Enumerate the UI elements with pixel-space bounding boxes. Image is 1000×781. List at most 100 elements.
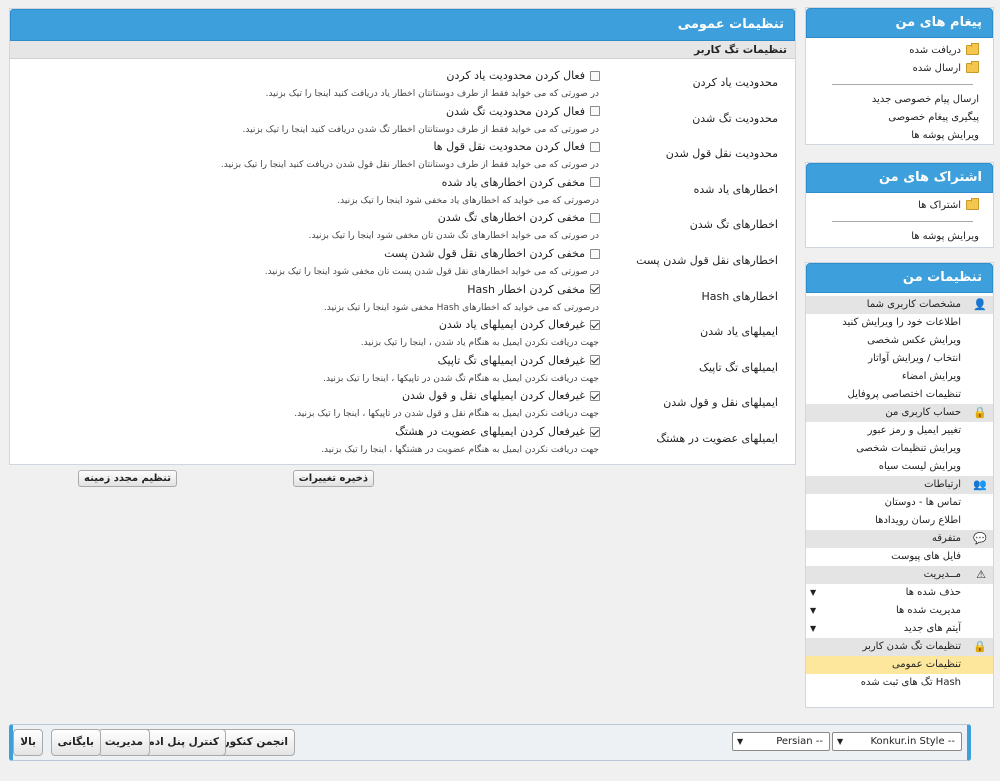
setting-checkbox[interactable]: مخفی کردن اخطارهای یاد شده (442, 176, 600, 189)
my-messages-box: پیغام های من دریافت شده ارسال شده ارسال … (805, 7, 994, 145)
my-messages-title: پیغام های من (806, 8, 993, 38)
checkbox-icon[interactable] (590, 106, 600, 117)
panel-subtitle: تنظیمات تگ کاربر (10, 41, 795, 59)
setting-row: اخطارهای Hash مخفی کردن اخطار Hash درصورتی… (10, 282, 795, 318)
user-icon: 👤 (973, 298, 987, 311)
link-edit-folders[interactable]: ویرایش پوشه ها (806, 228, 993, 246)
setting-checkbox[interactable]: غیرفعال کردن ایمیلهای یاد شدن (439, 318, 600, 331)
link-send-pm[interactable]: ارسال پیام خصوصی جدید (806, 91, 993, 109)
checkbox-icon[interactable] (590, 355, 600, 366)
setting-description: جهت دریافت نکردن ایمیل به هنگام تگ شدن د… (323, 373, 599, 384)
caret-down-icon[interactable]: ▼ (810, 584, 816, 602)
setting-row: ایمیلهای تگ تاپیک غیرفعال کردن ایمیلهای ت… (10, 353, 795, 389)
setting-description: در صورتی که می خواید فقط از طرف دوستانتا… (242, 124, 599, 135)
link-general-settings[interactable]: تنظیمات عمومی (806, 656, 993, 674)
setting-label: اخطارهای تگ شدن (689, 218, 778, 232)
lock-icon: 🔒 (973, 406, 987, 419)
link-edit-folders[interactable]: ویرایش پوشه ها (806, 127, 993, 145)
checkbox-icon[interactable] (590, 177, 600, 188)
category-moderation[interactable]: ⚠ مــدیریت (806, 566, 993, 584)
link-change-email-password[interactable]: تغییر ایمیل و رمز عبور (806, 422, 993, 440)
reset-button[interactable]: تنظیم مجدد زمینه (78, 470, 177, 487)
setting-label: محدودیت تگ شدن (692, 111, 778, 125)
setting-checkbox[interactable]: غیرفعال کردن ایمیلهای تگ تاپیک (438, 354, 600, 367)
category-tag-settings[interactable]: 🔒 تنظیمات تگ شدن کاربر (806, 638, 993, 656)
folder-icon (966, 43, 979, 55)
link-edit-avatar[interactable]: انتخاب / ویرایش آواتار (806, 350, 993, 368)
link-profile-settings[interactable]: تنظیمات اختصاصی پروفایل (806, 386, 993, 404)
category-network[interactable]: 👥 ارتباطات (806, 476, 993, 494)
setting-row: محدودیت نقل قول شدن فعال کردن محدودیت نقل… (10, 139, 795, 175)
folder-sent[interactable]: ارسال شده (806, 60, 993, 78)
link-edit-profile[interactable]: اطلاعات خود را ویرایش کنید (806, 314, 993, 332)
link-edit-signature[interactable]: ویرایش امضاء (806, 368, 993, 386)
setting-label: اخطارهای یاد شده (693, 182, 778, 196)
link-deleted-items[interactable]: حذف شده ها ▼ (806, 584, 993, 602)
setting-label: ایمیلهای یاد شدن (700, 325, 778, 339)
setting-checkbox[interactable]: غیرفعال کردن ایمیلهای عضویت در هشتگ (395, 425, 600, 438)
checkbox-icon[interactable] (590, 284, 600, 295)
checkbox-icon[interactable] (590, 390, 600, 401)
setting-row: اخطارهای تگ شدن مخفی کردن اخطارهای تگ شدن… (10, 210, 795, 246)
link-new-items[interactable]: آیتم های جدید ▼ (806, 620, 993, 638)
setting-checkbox[interactable]: غیرفعال کردن ایمیلهای نقل و قول شدن (402, 389, 600, 402)
archive-button[interactable]: بایگانی (50, 729, 101, 756)
link-edit-ignore-list[interactable]: ویرایش لیست سیاه (806, 458, 993, 476)
style-select[interactable]: -- Konkur.in Style ▼ (832, 732, 962, 751)
panel-title: تنظیمات عمومی (10, 9, 795, 41)
category-misc[interactable]: 💬 متفرقه (806, 530, 993, 548)
setting-description: در صورتی که می خواید فقط از طرف دوستانتا… (220, 160, 599, 171)
setting-checkbox[interactable]: فعال کردن محدودیت تگ شدن (446, 105, 600, 118)
dropdown-arrow-icon: ▼ (737, 737, 744, 746)
my-settings-box: تنظیمات من 👤 مشخصات کاربری شما اطلاعات خو… (805, 262, 994, 708)
setting-description: درصورتی که می خواید که اخطارهای Hash مخف… (323, 302, 599, 313)
setting-checkbox[interactable]: فعال کردن محدودیت یاد کردن (446, 69, 600, 82)
category-profile[interactable]: 👤 مشخصات کاربری شما (806, 296, 993, 314)
link-contacts-friends[interactable]: تماس ها - دوستان (806, 494, 993, 512)
setting-checkbox[interactable]: مخفی کردن اخطار Hash (467, 283, 600, 296)
folder-inbox[interactable]: دریافت شده (806, 42, 993, 60)
checkbox-icon[interactable] (590, 426, 600, 437)
setting-description: در صورتی که می خواید اخطارهای نقل قول شد… (264, 267, 599, 277)
setting-checkbox[interactable]: مخفی کردن اخطارهای تگ شدن (438, 211, 600, 224)
save-button[interactable]: ذخیره تغییرات (292, 470, 374, 487)
divider (832, 84, 973, 85)
setting-label: ایمیلهای تگ تاپیک (698, 360, 778, 374)
checkbox-icon[interactable] (590, 212, 600, 223)
category-account[interactable]: 🔒 حساب کاربری من (806, 404, 993, 422)
setting-description: جهت دریافت نکردن ایمیل به هنگام یاد شدن … (360, 338, 599, 349)
settings-panel: تنظیمات عمومی تنظیمات تگ کاربر محدودیت ی… (9, 8, 796, 465)
link-edit-options[interactable]: ویرایش تنظیمات شخصی (806, 440, 993, 458)
link-hash-tags[interactable]: Hash تگ های ثبت شده (806, 674, 993, 692)
forum-home-button[interactable]: انجمن کنکور (216, 729, 295, 756)
checkbox-icon[interactable] (590, 248, 600, 259)
mod-cp-button[interactable]: مدیریت (97, 729, 150, 756)
setting-checkbox[interactable]: فعال کردن محدودیت نقل قول ها (433, 140, 600, 153)
setting-label: اخطارهای Hash (701, 289, 778, 303)
link-track-pm[interactable]: پیگیری پیغام خصوصی (806, 109, 993, 127)
setting-description: در صورتی که می خواید فقط از طرف دوستانتا… (265, 89, 599, 99)
checkbox-icon[interactable] (590, 70, 600, 81)
folder-subscriptions[interactable]: اشتراک ها (806, 197, 993, 215)
setting-checkbox[interactable]: مخفی کردن اخطارهای نقل قول شدن پست (384, 247, 600, 260)
link-attachments[interactable]: فایل های پیوست (806, 548, 993, 566)
checkbox-icon[interactable] (590, 141, 600, 152)
caret-down-icon[interactable]: ▼ (810, 620, 816, 638)
setting-label: محدودیت نقل قول شدن (665, 147, 778, 161)
setting-description: درصورتی که می خواید که اخطارهای یاد مخفی… (337, 195, 599, 206)
top-button[interactable]: بالا (13, 729, 43, 756)
setting-description: در صورتی که می خواید اخطارهای تگ شدن تان… (308, 231, 599, 242)
link-notifications[interactable]: اطلاع رسان رویدادها (806, 512, 993, 530)
language-select[interactable]: -- Persian ▼ (732, 732, 830, 751)
link-moderated-items[interactable]: مدیریت شده ها ▼ (806, 602, 993, 620)
checkbox-icon[interactable] (590, 319, 600, 330)
setting-row: محدودیت یاد کردن فعال کردن محدودیت یاد کر… (10, 68, 795, 104)
caret-down-icon[interactable]: ▼ (810, 602, 816, 620)
link-edit-photo[interactable]: ویرایش عکس شخصی (806, 332, 993, 350)
folder-icon (966, 61, 979, 73)
lock-icon: 🔒 (973, 640, 987, 653)
setting-label: اخطارهای نقل قول شدن پست (636, 254, 778, 267)
my-subscriptions-box: اشتراک های من اشتراک ها ویرایش پوشه ها (805, 162, 994, 248)
divider (832, 221, 973, 222)
setting-row: ایمیلهای نقل و قول شدن غیرفعال کردن ایمیل… (10, 388, 795, 424)
